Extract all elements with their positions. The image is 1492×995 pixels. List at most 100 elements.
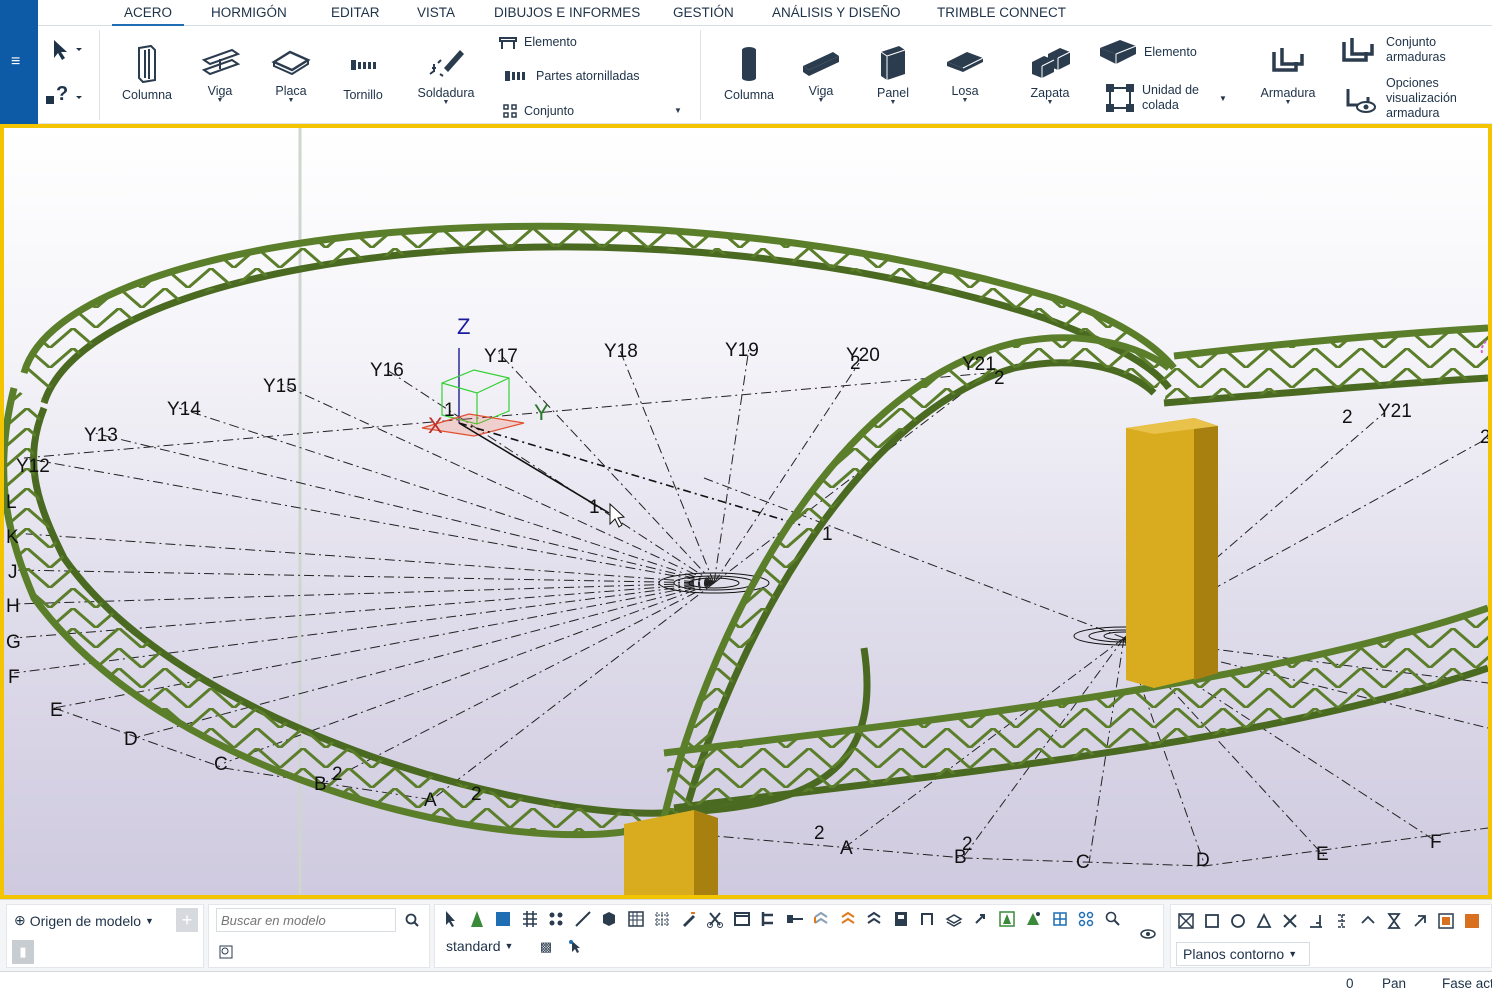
rebar-display-options-button[interactable]: Opciones visualización armadura [1344, 76, 1457, 121]
steel-plate-button[interactable]: Placa ▼ [260, 44, 322, 104]
select-mesh-icon[interactable] [652, 909, 672, 929]
grid-label-a: A [424, 790, 437, 811]
snap-planes-value: Planos contorno [1183, 946, 1285, 962]
level-mark: 2 [814, 823, 825, 844]
model-canvas[interactable]: Z X Y Y12 Y13 Y14 Y15 Y16 Y17 Y18 Y19 Y2… [4, 128, 1488, 895]
select-grid-icon[interactable] [520, 909, 540, 929]
select-rebar-grid-icon[interactable] [626, 909, 646, 929]
current-phase[interactable]: Fase act [1442, 976, 1492, 991]
zoom-search-icon[interactable] [216, 942, 236, 962]
grid-label-a-right: A [840, 838, 853, 859]
tab-gestion[interactable]: GESTIÓN [673, 5, 734, 20]
snap-perpendicular-icon[interactable] [1306, 911, 1326, 931]
tab-dibujos-e-informes[interactable]: DIBUJOS E INFORMES [494, 5, 640, 20]
help-tool-button[interactable]: ? [44, 82, 84, 108]
steel-assembly-button[interactable]: Conjunto [502, 103, 574, 119]
snap-green-icon[interactable] [997, 909, 1017, 929]
select-object-icon[interactable] [599, 909, 619, 929]
panel-button[interactable]: Panel ▼ [862, 42, 924, 106]
tab-vista[interactable]: VISTA [417, 5, 455, 20]
eye-icon[interactable] [1138, 924, 1158, 944]
slab-label: Losa [951, 84, 979, 98]
bottom-toolbar: ⊕ Origen de modelo ▼ + ▮ Buscar en model… [0, 899, 1492, 971]
steel-beam-button[interactable]: Viga ▼ [188, 44, 252, 104]
snap-grid-blue-icon[interactable] [1050, 909, 1070, 929]
search-model-input[interactable] [216, 908, 396, 932]
select-assembly-icon[interactable] [864, 909, 884, 929]
select-pointer-icon[interactable] [440, 909, 460, 929]
select-cut-icon[interactable] [705, 909, 725, 929]
bolted-parts-button[interactable]: Partes atornilladas [504, 68, 640, 84]
panel-icon [880, 46, 906, 80]
steel-group-expand-icon[interactable]: ▼ [674, 106, 682, 115]
footing-button[interactable]: Zapata ▼ [1016, 42, 1084, 106]
snap-orange-icon[interactable] [1462, 911, 1482, 931]
snap-circle-icon[interactable] [1228, 911, 1248, 931]
snap-hourglass-icon[interactable] [1384, 911, 1404, 931]
select-drawing-icon[interactable] [891, 909, 911, 929]
snap-planes-dropdown[interactable]: Planos contorno ▼ [1176, 942, 1310, 966]
snap-intersection-icon[interactable] [1280, 911, 1300, 931]
application-menu-strip[interactable]: ≡ [0, 0, 38, 124]
hamburger-menu-icon[interactable]: ≡ [11, 54, 20, 70]
grid-label-y14: Y14 [167, 399, 201, 420]
steel-column-button[interactable]: Columna [114, 44, 180, 102]
model-3d-viewport[interactable]: Z X Y Y12 Y13 Y14 Y15 Y16 Y17 Y18 Y19 Y2… [0, 124, 1492, 899]
select-tool-button[interactable] [44, 38, 84, 62]
grid-label-y21: Y21 [962, 354, 996, 375]
select-weld-icon[interactable] [679, 909, 699, 929]
snap-reference-lines-icon[interactable] [1176, 911, 1196, 931]
tab-acero[interactable]: ACERO [111, 5, 185, 27]
snap-square-icon[interactable] [1202, 911, 1222, 931]
snap-point-icon[interactable] [1023, 909, 1043, 929]
tab-editar[interactable]: EDITAR [331, 5, 380, 20]
concrete-column-button[interactable]: Columna [714, 44, 784, 102]
chevron-down-icon: ▼ [1288, 949, 1298, 959]
select-component-icon[interactable] [811, 909, 831, 929]
select-profile-icon[interactable] [917, 909, 937, 929]
select-points-icon[interactable] [546, 909, 566, 929]
snap-line-extension-icon[interactable] [1332, 911, 1352, 931]
level-mark: 2 [994, 368, 1005, 389]
search-icon[interactable] [402, 910, 422, 930]
axis-x-label: X [428, 413, 443, 438]
steel-element-button[interactable]: Elemento [498, 34, 577, 50]
add-origin-button[interactable]: + [176, 908, 198, 932]
pour-unit-button[interactable]: Unidad de colada ▼ [1104, 82, 1227, 114]
select-pointer-small-icon[interactable] [566, 937, 586, 957]
select-layers-icon[interactable] [944, 909, 964, 929]
rebar-button[interactable]: Armadura ▼ [1252, 42, 1324, 106]
select-surface-icon[interactable] [493, 909, 513, 929]
concrete-beam-icon [803, 52, 839, 76]
concrete-element-icon [1100, 40, 1137, 64]
tab-trimble-connect[interactable]: TRIMBLE CONNECT [937, 5, 1066, 20]
select-view-icon[interactable] [732, 909, 752, 929]
model-origin-dropdown[interactable]: ⊕ Origen de modelo ▼ [14, 912, 154, 929]
select-part-icon[interactable] [467, 909, 487, 929]
grid-label-y16: Y16 [370, 360, 404, 381]
bolt-button[interactable]: Tornillo [330, 44, 396, 102]
snap-triangle-icon[interactable] [1254, 911, 1274, 931]
concrete-beam-button[interactable]: Viga ▼ [790, 44, 852, 104]
select-plane-icon[interactable] [758, 909, 778, 929]
select-component-orange-icon[interactable] [838, 909, 858, 929]
chevron-down-icon[interactable]: ▼ [1219, 94, 1227, 103]
filter-settings-icon[interactable]: ▩ [536, 937, 556, 957]
select-reference-icon[interactable] [970, 909, 990, 929]
select-bolt-icon[interactable] [785, 909, 805, 929]
concrete-element-button[interactable]: Elemento [1098, 38, 1197, 66]
selection-filter-dropdown[interactable]: standard ▼ [446, 938, 513, 954]
weld-button[interactable]: Soldadura ▼ [408, 42, 484, 106]
snap-free-icon[interactable] [1410, 911, 1430, 931]
tab-hormigon[interactable]: HORMIGÓN [211, 5, 287, 20]
slab-button[interactable]: Losa ▼ [934, 44, 996, 104]
rebar-set-button[interactable]: Conjunto armaduras [1340, 34, 1446, 66]
tab-analisis-y-diseno[interactable]: ANÁLISIS Y DISEÑO [772, 5, 901, 20]
select-line-icon[interactable] [573, 909, 593, 929]
delete-origin-button[interactable]: ▮ [12, 940, 34, 964]
snap-search-icon[interactable] [1103, 909, 1123, 929]
snap-chevron-icon[interactable] [1358, 911, 1378, 931]
snap-nodes-icon[interactable] [1076, 909, 1096, 929]
grid-label-k: K [6, 527, 19, 548]
snap-geometry-icon[interactable] [1436, 911, 1456, 931]
